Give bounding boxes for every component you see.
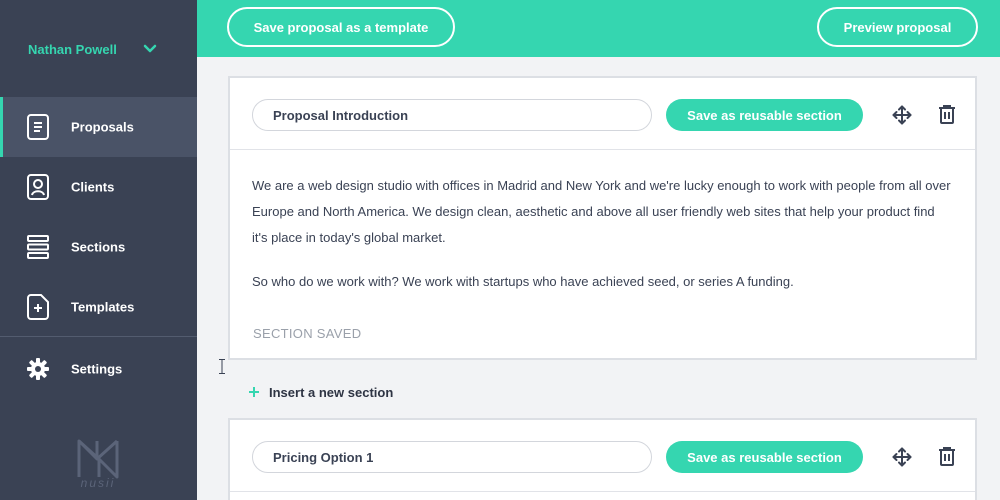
sidebar-item-label: Templates bbox=[71, 299, 135, 315]
insert-section-button[interactable]: Insert a new section bbox=[249, 384, 393, 400]
top-toolbar: Save proposal as a template Preview prop… bbox=[197, 0, 1000, 57]
sidebar-item-templates[interactable]: Templates bbox=[0, 277, 197, 337]
sidebar-item-label: Clients bbox=[71, 179, 115, 195]
text-cursor-icon bbox=[219, 359, 225, 374]
sections-icon bbox=[27, 235, 49, 259]
insert-section-label: Insert a new section bbox=[269, 384, 394, 400]
section-card: Save as reusable section bbox=[228, 418, 977, 500]
section-title-input[interactable] bbox=[252, 441, 652, 473]
section-title-input[interactable] bbox=[252, 99, 652, 131]
user-menu[interactable]: Nathan Powell bbox=[0, 0, 197, 97]
sidebar-item-settings[interactable]: Settings bbox=[0, 339, 197, 399]
proposal-editor: Save as reusable section bbox=[197, 57, 1000, 500]
sidebar: Nathan Powell Proposals Clients Sections… bbox=[0, 0, 197, 500]
gear-icon bbox=[27, 358, 49, 380]
document-icon bbox=[27, 114, 49, 140]
move-icon[interactable] bbox=[892, 447, 912, 467]
template-add-icon bbox=[27, 294, 49, 320]
section-card: Save as reusable section bbox=[228, 76, 977, 360]
plus-icon bbox=[249, 387, 259, 397]
section-header: Save as reusable section bbox=[230, 78, 975, 150]
section-paragraph: We are a web design studio with offices … bbox=[252, 178, 951, 245]
sidebar-item-clients[interactable]: Clients bbox=[0, 157, 197, 217]
section-body[interactable]: We are a web design studio with offices … bbox=[252, 173, 952, 295]
brand-name: nusii bbox=[80, 476, 116, 490]
sidebar-item-label: Settings bbox=[71, 361, 123, 377]
sidebar-item-label: Proposals bbox=[71, 119, 134, 135]
preview-proposal-button[interactable]: Preview proposal bbox=[817, 7, 978, 47]
sidebar-item-sections[interactable]: Sections bbox=[0, 217, 197, 277]
trash-icon[interactable] bbox=[939, 105, 955, 124]
save-as-template-button[interactable]: Save proposal as a template bbox=[227, 7, 455, 47]
client-icon bbox=[27, 174, 49, 200]
sidebar-item-label: Sections bbox=[71, 239, 126, 255]
save-reusable-section-button[interactable]: Save as reusable section bbox=[666, 99, 863, 131]
chevron-down-icon[interactable] bbox=[143, 43, 157, 55]
move-icon[interactable] bbox=[892, 105, 912, 125]
sidebar-nav: Proposals Clients Sections Templates bbox=[0, 97, 197, 337]
sidebar-item-proposals[interactable]: Proposals bbox=[0, 97, 197, 157]
section-paragraph: So who do we work with? We work with sta… bbox=[252, 274, 794, 289]
section-header: Save as reusable section bbox=[230, 420, 975, 492]
sidebar-divider bbox=[0, 336, 197, 337]
trash-icon[interactable] bbox=[939, 447, 955, 466]
user-name[interactable]: Nathan Powell bbox=[28, 42, 117, 57]
save-reusable-section-button[interactable]: Save as reusable section bbox=[666, 441, 863, 473]
section-save-status: SECTION SAVED bbox=[253, 326, 362, 341]
